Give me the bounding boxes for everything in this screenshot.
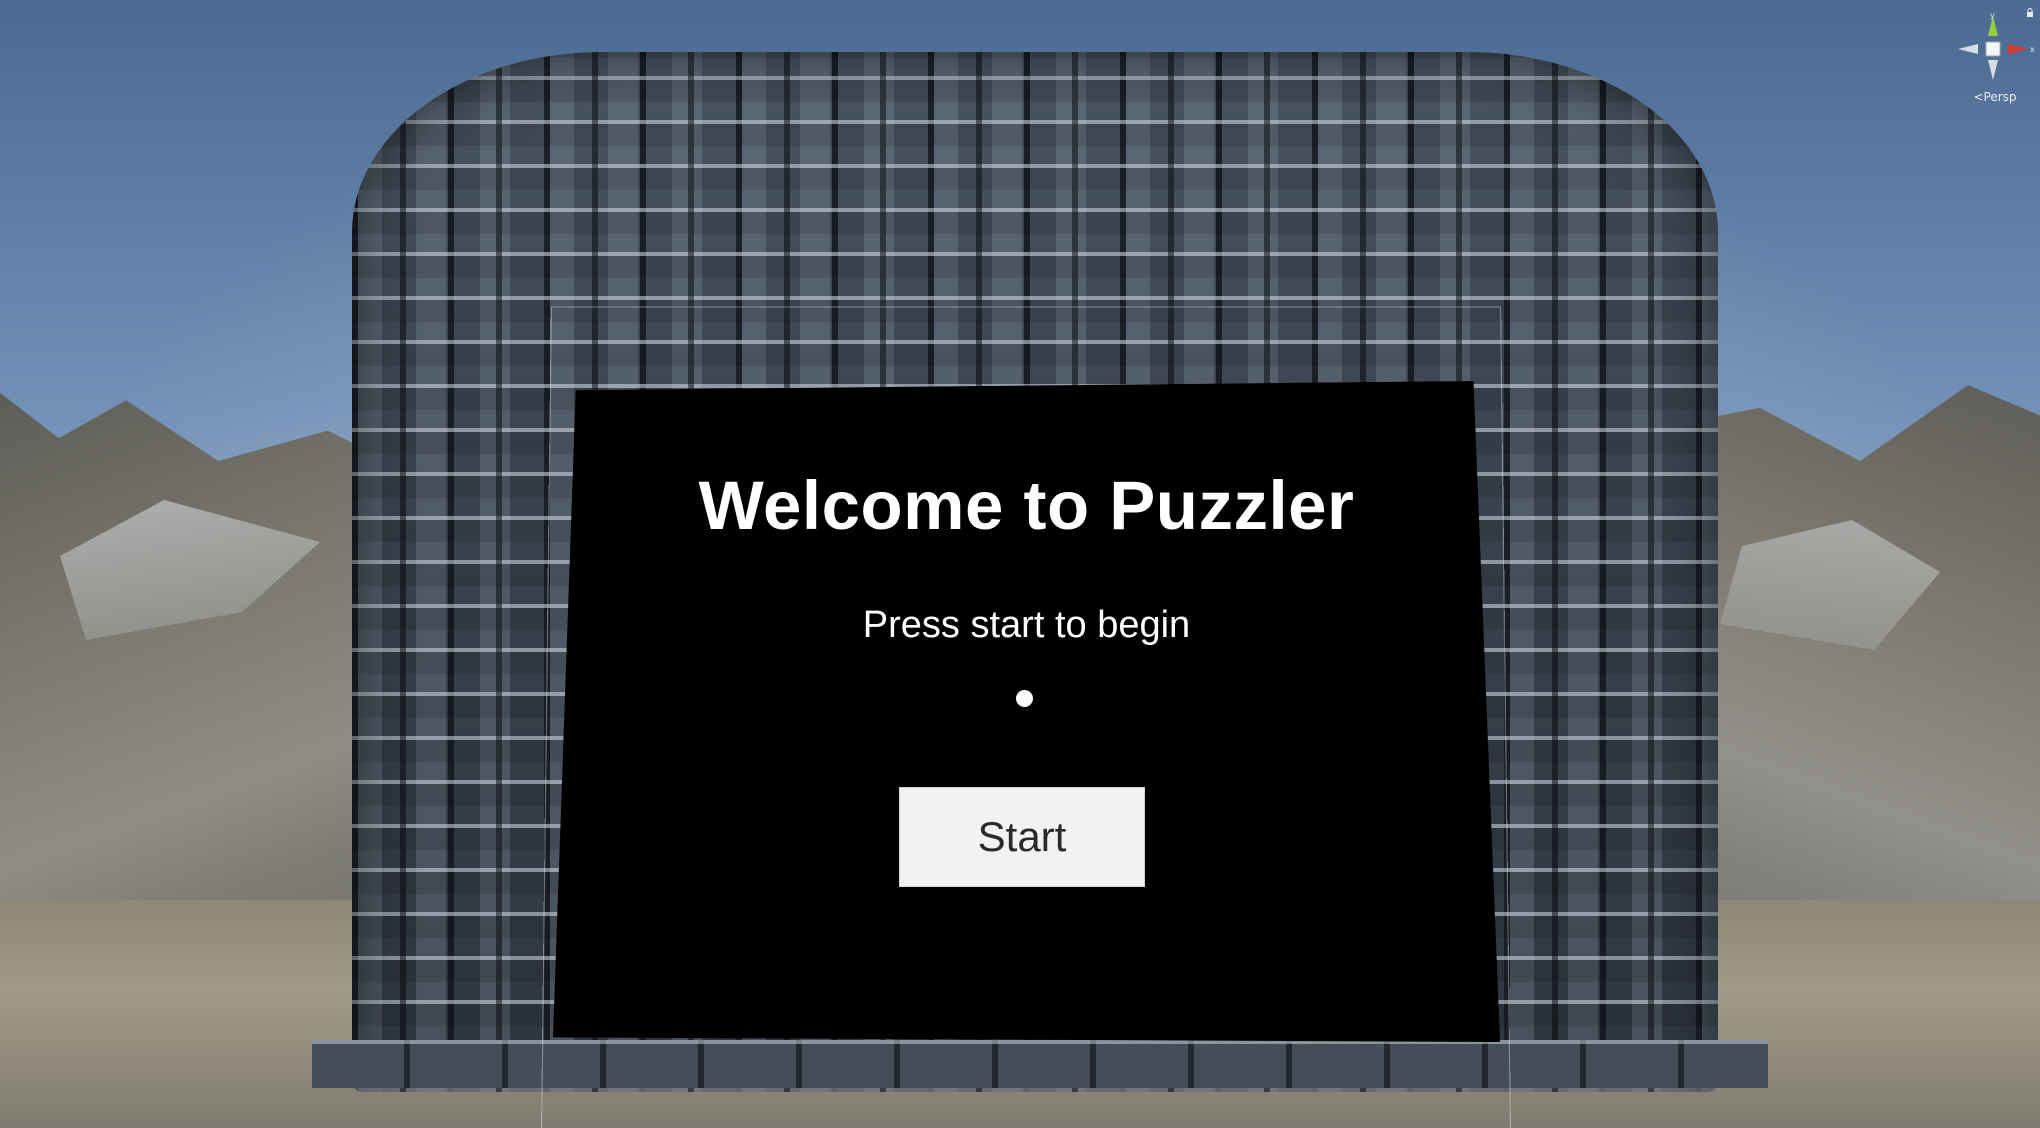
start-button[interactable]: Start	[899, 787, 1145, 887]
projection-label[interactable]: <Persp	[1965, 90, 2025, 104]
welcome-title: Welcome to Puzzler	[698, 467, 1355, 544]
start-prompt: Press start to begin	[862, 604, 1191, 646]
game-viewport: Welcome to Puzzler Press start to begin …	[0, 0, 2040, 1128]
gizmo-y-label: y	[1990, 11, 1995, 20]
reticle-dot-icon	[1016, 690, 1033, 707]
gizmo-x-label: x	[2030, 45, 2035, 54]
lock-icon[interactable]	[2026, 8, 2034, 18]
